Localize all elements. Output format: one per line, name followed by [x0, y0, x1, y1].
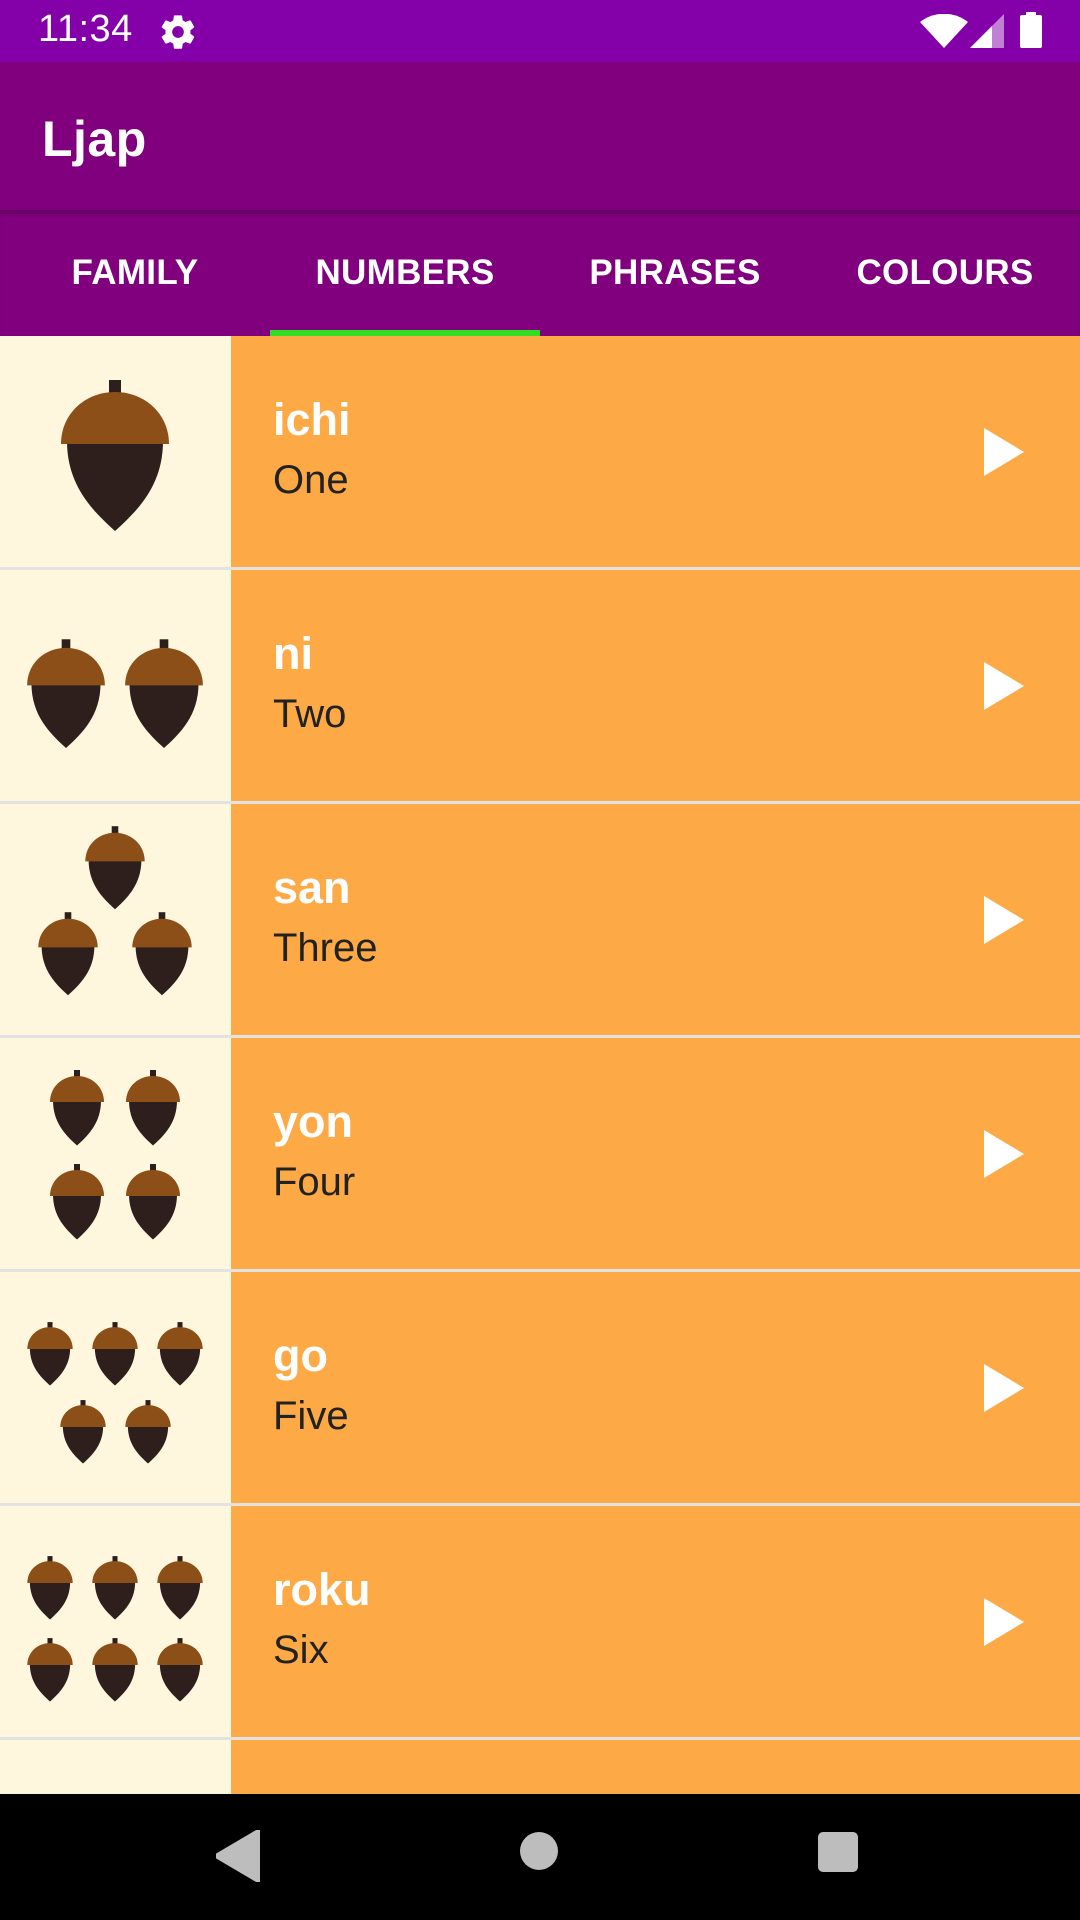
english-translation: Six: [273, 1628, 329, 1672]
list-item-text: roku Six: [231, 1506, 1080, 1737]
english-translation: Two: [273, 692, 347, 736]
list-item[interactable]: roku Six: [0, 1506, 1080, 1740]
battery-icon: [1020, 12, 1042, 48]
japanese-word: roku: [273, 1564, 371, 1615]
japanese-word: san: [273, 862, 351, 913]
acorn-icon: [126, 1070, 180, 1146]
number-illustration: [0, 1740, 231, 1794]
acorn-group: [27, 1322, 203, 1464]
home-icon[interactable]: [520, 1832, 558, 1870]
acorn-icon: [126, 1164, 180, 1240]
tab-colours[interactable]: COLOURS: [810, 210, 1080, 336]
acorn-icon: [38, 912, 98, 996]
play-icon[interactable]: [984, 662, 1024, 710]
tab-numbers[interactable]: NUMBERS: [270, 210, 540, 336]
list-item-text: go Five: [231, 1272, 1080, 1503]
acorn-group: [38, 826, 192, 996]
acorn-icon: [157, 1638, 203, 1702]
acorn-icon: [27, 639, 105, 748]
japanese-word: ni: [273, 628, 313, 679]
back-icon[interactable]: [216, 1830, 260, 1882]
list-item[interactable]: [0, 1740, 1080, 1794]
play-icon[interactable]: [984, 1364, 1024, 1412]
list-item-text: ichi One: [231, 336, 1080, 567]
japanese-word: yon: [273, 1096, 354, 1147]
acorn-icon: [50, 1070, 104, 1146]
wifi-icon: [920, 14, 968, 48]
status-bar: 11:34: [0, 0, 1080, 62]
list-item[interactable]: ichi One: [0, 336, 1080, 570]
acorn-group: [27, 1556, 203, 1702]
tab-phrases[interactable]: PHRASES: [540, 210, 810, 336]
acorn-icon: [27, 1638, 73, 1702]
acorn-icon: [60, 1400, 106, 1464]
acorn-icon: [27, 1322, 73, 1386]
list-item[interactable]: go Five: [0, 1272, 1080, 1506]
acorn-icon: [92, 1556, 138, 1620]
signal-icon: [970, 14, 1004, 48]
english-translation: One: [273, 458, 349, 502]
app-bar: Ljap: [0, 62, 1080, 210]
acorn-group: [61, 380, 169, 531]
english-translation: Four: [273, 1160, 356, 1204]
play-icon[interactable]: [984, 896, 1024, 944]
list-item-text: san Three: [231, 804, 1080, 1035]
acorn-icon: [125, 1400, 171, 1464]
word-list: ichi One ni Two san Three yon Four go Fi…: [0, 336, 1080, 1794]
number-illustration: [0, 1038, 231, 1269]
japanese-word: go: [273, 1330, 328, 1381]
number-illustration: [0, 804, 231, 1035]
japanese-word: ichi: [273, 394, 351, 445]
acorn-group: [50, 1070, 180, 1240]
app-title: Ljap: [42, 111, 147, 167]
number-illustration: [0, 1272, 231, 1503]
acorn-icon: [92, 1638, 138, 1702]
list-item-text: [231, 1740, 1080, 1794]
play-icon[interactable]: [984, 1598, 1024, 1646]
number-illustration: [0, 336, 231, 567]
acorn-icon: [61, 380, 169, 531]
acorn-icon: [92, 1322, 138, 1386]
tab-bar: FAMILY NUMBERS PHRASES COLOURS: [0, 210, 1080, 336]
list-item-text: yon Four: [231, 1038, 1080, 1269]
number-illustration: [0, 1506, 231, 1737]
list-item-text: ni Two: [231, 570, 1080, 801]
list-item[interactable]: san Three: [0, 804, 1080, 1038]
navigation-bar: [0, 1794, 1080, 1920]
acorn-icon: [157, 1322, 203, 1386]
acorn-icon: [27, 1556, 73, 1620]
acorn-group: [0, 1740, 231, 1794]
play-icon[interactable]: [984, 428, 1024, 476]
status-time: 11:34: [38, 8, 133, 50]
acorn-group: [27, 639, 203, 748]
acorn-icon: [157, 1556, 203, 1620]
acorn-icon: [50, 1164, 104, 1240]
acorn-icon: [85, 826, 145, 910]
acorn-icon: [132, 912, 192, 996]
english-translation: Five: [273, 1394, 349, 1438]
english-translation: Three: [273, 926, 378, 970]
list-item[interactable]: ni Two: [0, 570, 1080, 804]
play-icon[interactable]: [984, 1130, 1024, 1178]
recents-icon[interactable]: [818, 1832, 858, 1872]
gear-icon: [161, 15, 195, 49]
acorn-icon: [125, 639, 203, 748]
number-illustration: [0, 570, 231, 801]
tab-family[interactable]: FAMILY: [0, 210, 270, 336]
list-item[interactable]: yon Four: [0, 1038, 1080, 1272]
